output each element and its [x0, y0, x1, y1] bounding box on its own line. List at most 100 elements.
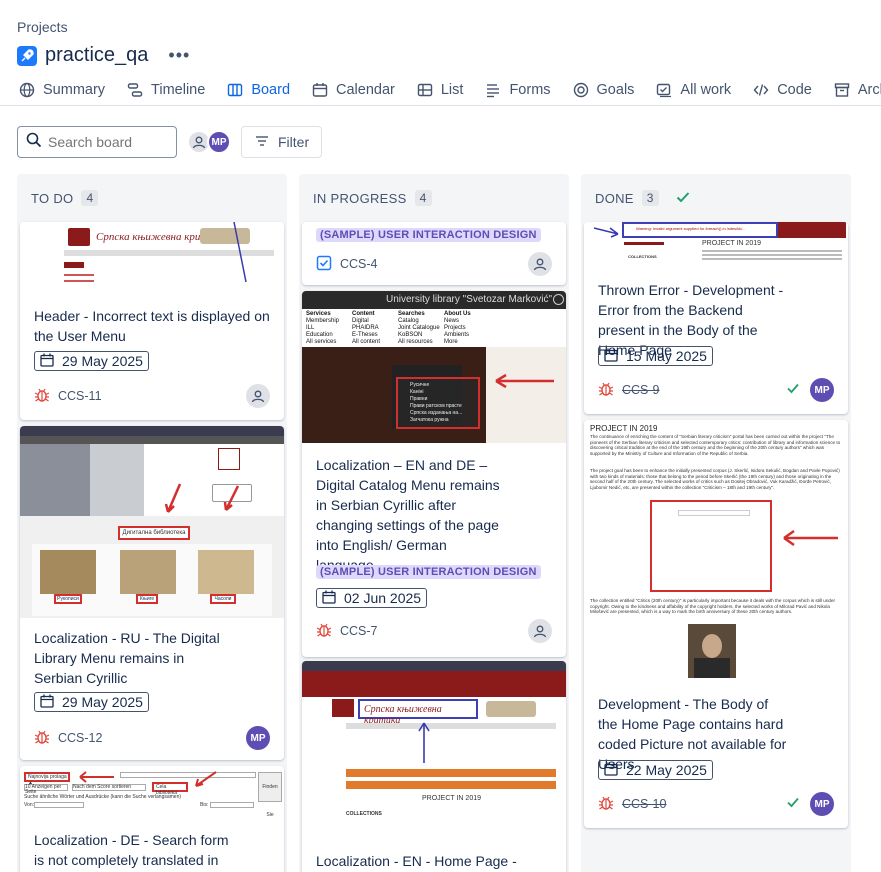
tab-forms[interactable]: Forms	[485, 78, 551, 105]
search-input[interactable]	[48, 134, 168, 150]
breadcrumb[interactable]: Projects	[17, 19, 68, 35]
due-date-chip[interactable]: 15 May 2025	[598, 346, 713, 366]
menu-item: Digital	[352, 318, 369, 324]
tab-calendar[interactable]: Calendar	[312, 78, 395, 105]
project-body-text: The collection entitled "Critics (20th c…	[590, 598, 836, 615]
issue-key-text: CCS-10	[622, 797, 667, 811]
goals-icon	[573, 82, 589, 98]
calendar-icon	[40, 353, 54, 370]
form-select: 10 Anzeigen per Seite	[24, 784, 68, 795]
dropdown-highlight: Русичне Каніні Правни Прави ратском прас…	[396, 377, 480, 429]
header-text-highlight: Српска књижевна критика	[358, 699, 478, 726]
avatar-mp[interactable]: MP	[207, 130, 231, 154]
form-label: Bis:	[200, 802, 209, 808]
tab-label: Arch	[857, 82, 881, 98]
form-checkbox-label: Suche ähnliche Wörter und Ausdrücke (kan…	[24, 794, 182, 800]
issue-key-text: CCS-12	[58, 731, 103, 745]
calendar-icon	[312, 82, 328, 98]
avatar-mp[interactable]: MP	[810, 792, 834, 816]
card-title: Localization - EN - Home Page -	[316, 853, 517, 869]
tab-label: Board	[251, 82, 291, 98]
issue-card-ccs-12[interactable]: Дигитална библиотека Рукописи Књиге Часо…	[20, 426, 284, 760]
issue-card-ccs-11[interactable]: Српска књижевна критика Header - Incorre…	[20, 222, 284, 420]
due-date: 02 Jun 2025	[344, 590, 422, 606]
issue-card-ccs-9[interactable]: Warning: Invalid argument supplied for f…	[584, 222, 848, 414]
tile-label: Часопи	[210, 594, 236, 604]
tab-label: Summary	[43, 82, 106, 98]
tab-label: Code	[777, 82, 812, 98]
tab-list[interactable]: List	[417, 78, 464, 105]
bug-icon	[598, 381, 614, 400]
due-date-chip[interactable]: 22 May 2025	[598, 760, 713, 780]
menu-item: All resources	[398, 339, 433, 345]
issue-key[interactable]: CCS-9	[598, 381, 660, 400]
tab-summary[interactable]: Summary	[19, 78, 106, 105]
issue-card-en-home[interactable]: Српска књижевна критика PROJECT IN 2019 …	[302, 661, 566, 872]
tile-label: Рукописи	[54, 594, 82, 604]
issue-key[interactable]: CCS-7	[316, 622, 378, 641]
card-cover-image: Српска књижевна критика	[20, 222, 284, 296]
unassigned-avatar[interactable]	[528, 252, 552, 276]
label-lozenge[interactable]: (SAMPLE) USER INTERACTION DESIGN	[316, 228, 541, 242]
all-work-icon	[656, 82, 672, 98]
issue-key[interactable]: CCS-11	[34, 387, 102, 406]
tab-all-work[interactable]: All work	[656, 78, 731, 105]
more-actions-icon[interactable]: •••	[168, 45, 190, 66]
filter-button[interactable]: Filter	[241, 126, 323, 158]
form-label: Von:	[24, 802, 35, 808]
tile-label: Књиге	[136, 594, 158, 604]
book-logo-icon	[68, 228, 90, 246]
issue-card-ccs-4[interactable]: (SAMPLE) USER INTERACTION DESIGN CCS-4	[302, 222, 566, 285]
tab-label: Goals	[596, 82, 635, 98]
tab-bar: Summary Timeline Board Calendar List For…	[0, 78, 881, 106]
column-header: TO DO 4	[17, 174, 287, 222]
issue-key[interactable]: CCS-12	[34, 729, 102, 748]
avatar-mp[interactable]: MP	[246, 726, 270, 750]
tab-code[interactable]: Code	[753, 78, 812, 105]
project-body-text: The continuance of enriching the content…	[590, 434, 841, 456]
dropdown-item: Русичне	[410, 382, 430, 388]
tab-timeline[interactable]: Timeline	[127, 78, 205, 105]
issue-card-ccs-7[interactable]: University library "Svetozar Marković" S…	[302, 291, 566, 657]
avatar-mp[interactable]: MP	[810, 378, 834, 402]
column-title: IN PROGRESS	[313, 190, 407, 206]
unassigned-avatar[interactable]	[528, 619, 552, 643]
calendar-icon	[604, 762, 618, 779]
menu-item: Projects	[444, 325, 466, 331]
menu-heading: Services	[306, 311, 331, 317]
due-date: 22 May 2025	[626, 762, 707, 778]
tab-archive[interactable]: Arch	[834, 78, 881, 105]
tab-label: List	[440, 82, 464, 98]
menu-item: ILL	[306, 325, 315, 331]
issue-card-de-search[interactable]: Najnovija prolaga ▲ Finden Sie 10 Anzeig…	[20, 766, 284, 872]
label-lozenge[interactable]: (SAMPLE) USER INTERACTION DESIGN	[316, 565, 541, 579]
column-title: TO DO	[31, 190, 74, 206]
tab-board[interactable]: Board	[227, 78, 291, 105]
issue-key[interactable]: CCS-4	[316, 255, 378, 274]
column-todo: TO DO 4 Српска књижевна критика Header -…	[17, 174, 287, 872]
project-title-preview: PROJECT IN 2019	[590, 424, 658, 433]
due-date-chip[interactable]: 29 May 2025	[34, 351, 149, 371]
project-title-preview: PROJECT IN 2019	[422, 795, 482, 802]
tab-goals[interactable]: Goals	[573, 78, 635, 105]
digital-library-label: Дигитална библиотека	[118, 526, 190, 540]
rocket-icon	[17, 45, 37, 66]
search-board[interactable]	[17, 126, 177, 158]
issue-key-text: CCS-9	[622, 383, 660, 397]
search-icon	[26, 132, 42, 153]
card-cover-image: Najnovija prolaga ▲ Finden Sie 10 Anzeig…	[20, 766, 284, 818]
missing-image-highlight	[650, 500, 772, 592]
done-check-icon	[675, 189, 691, 208]
unassigned-avatar[interactable]	[246, 384, 270, 408]
issue-card-ccs-10[interactable]: PROJECT IN 2019 The continuance of enric…	[584, 420, 848, 828]
tab-label: Forms	[509, 82, 551, 98]
due-date-chip[interactable]: 29 May 2025	[34, 692, 149, 712]
project-header: practice_qa •••	[17, 44, 190, 67]
resolved-check-icon	[786, 795, 800, 814]
issue-count: 4	[414, 190, 432, 206]
issue-key[interactable]: CCS-10	[598, 795, 666, 814]
column-in-progress: IN PROGRESS 4 (SAMPLE) USER INTERACTION …	[299, 174, 569, 872]
form-select: Nach dem Score sortieren	[72, 784, 146, 791]
column-header: DONE 3	[581, 174, 851, 222]
due-date-chip[interactable]: 02 Jun 2025	[316, 588, 428, 608]
